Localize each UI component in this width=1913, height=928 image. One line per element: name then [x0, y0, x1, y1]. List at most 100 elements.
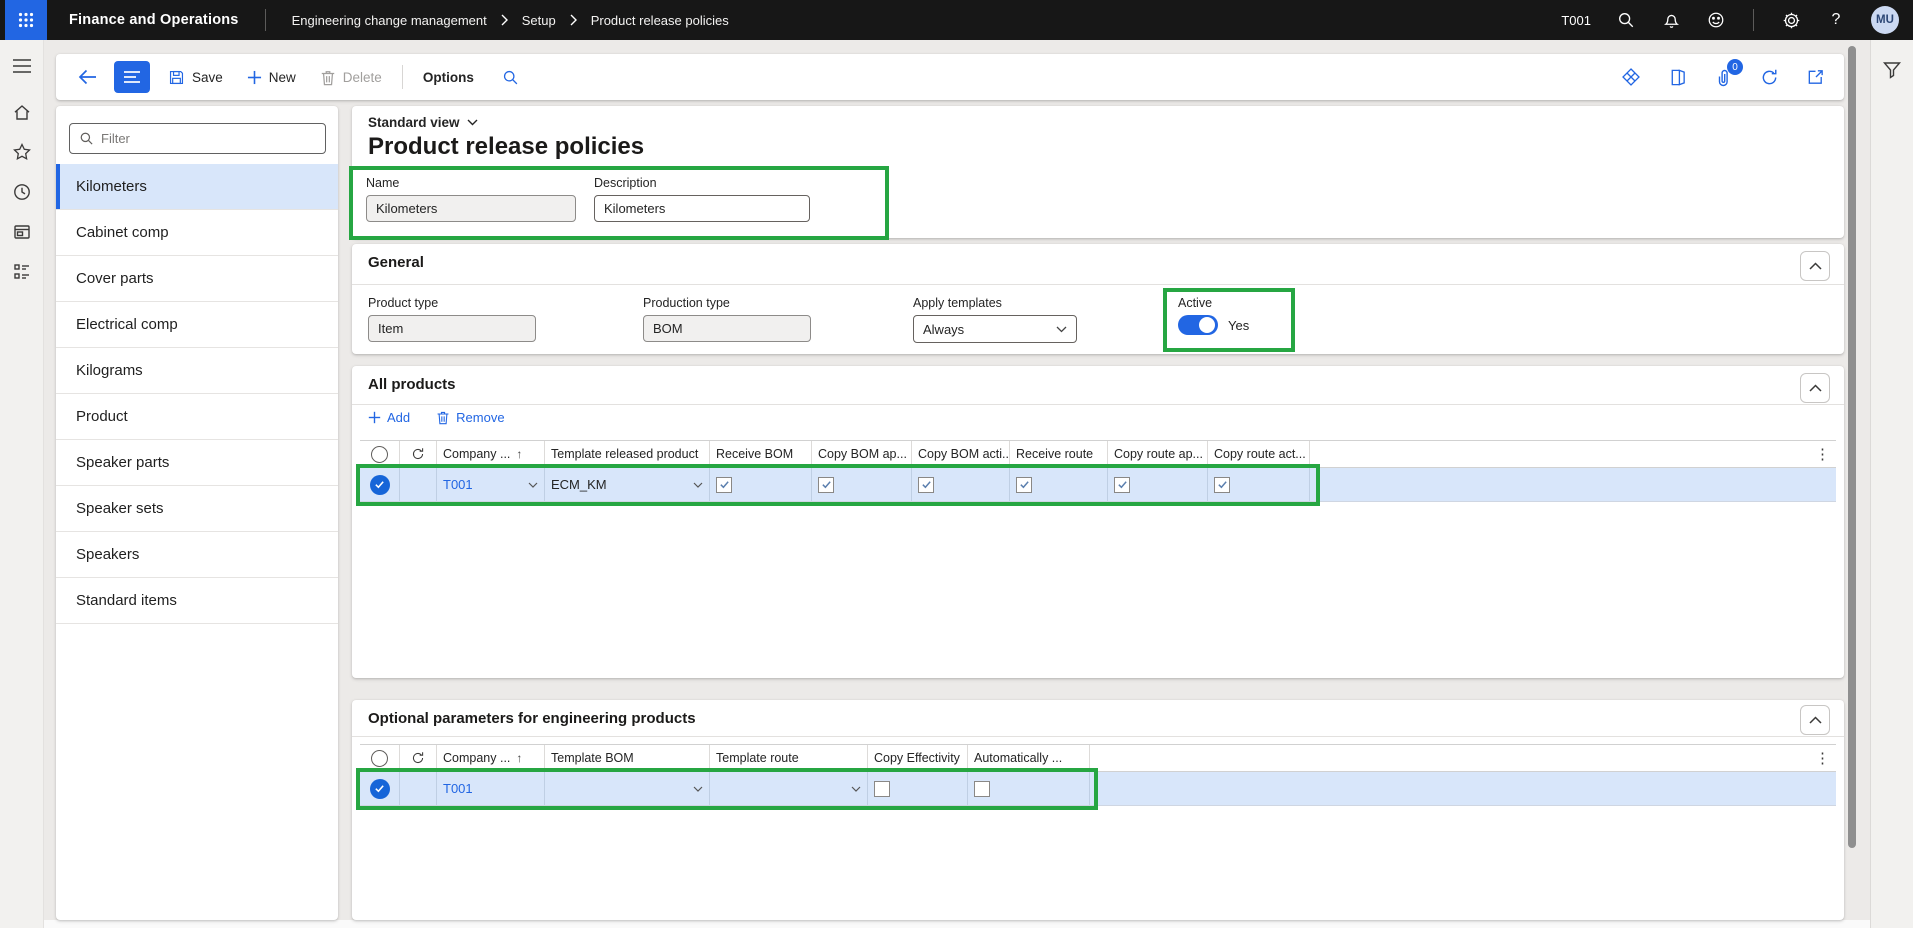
name-field[interactable]: Kilometers — [366, 195, 576, 222]
list-item[interactable]: Standard items — [56, 578, 338, 624]
list-item[interactable]: Speaker sets — [56, 486, 338, 532]
column-header-template-route[interactable]: Template route — [710, 745, 868, 771]
remove-button[interactable]: Remove — [436, 410, 504, 425]
personalize-icon[interactable] — [1620, 66, 1642, 88]
add-button[interactable]: Add — [368, 410, 410, 425]
vertical-scrollbar[interactable] — [1848, 46, 1856, 914]
receive-bom-cell[interactable] — [710, 468, 812, 501]
description-field[interactable]: Kilometers — [594, 195, 810, 222]
apply-templates-select[interactable]: Always — [913, 315, 1077, 343]
list-item[interactable]: Cover parts — [56, 256, 338, 302]
refresh-icon[interactable] — [1758, 66, 1780, 88]
breadcrumb-module[interactable]: Engineering change management — [292, 13, 487, 28]
collapse-general-button[interactable] — [1800, 251, 1830, 281]
receive-route-cell[interactable] — [1010, 468, 1108, 501]
checkbox[interactable] — [716, 477, 732, 493]
product-type-field[interactable]: Item — [368, 315, 536, 342]
active-toggle[interactable] — [1178, 315, 1218, 335]
column-header-receive-route[interactable]: Receive route — [1010, 441, 1108, 467]
nav-favorites-button[interactable] — [0, 132, 44, 172]
company-cell[interactable]: T001 — [437, 772, 545, 805]
user-avatar[interactable]: MU — [1871, 6, 1899, 34]
show-list-button[interactable] — [114, 61, 150, 93]
refresh-column[interactable] — [400, 745, 437, 771]
checkbox[interactable] — [1214, 477, 1230, 493]
refresh-icon[interactable] — [411, 447, 425, 461]
column-header-automatically[interactable]: Automatically ... — [968, 745, 1090, 771]
column-header-copy-bom-acti[interactable]: Copy BOM acti... — [912, 441, 1010, 467]
column-header-copy-route-ap[interactable]: Copy route ap... — [1108, 441, 1208, 467]
company-cell[interactable]: T001 — [437, 468, 545, 501]
copy-route-act-cell[interactable] — [1208, 468, 1310, 501]
column-header-copy-route-act[interactable]: Copy route act... — [1208, 441, 1310, 467]
grid-more-options-icon[interactable]: ⋮ — [1815, 749, 1830, 767]
row-select-circle[interactable] — [360, 772, 400, 805]
filter-funnel-icon[interactable] — [1880, 58, 1904, 82]
settings-gear-icon[interactable] — [1781, 10, 1801, 30]
save-button[interactable]: Save — [168, 69, 223, 86]
column-header-copy-effectivity[interactable]: Copy Effectivity — [868, 745, 968, 771]
feedback-smiley-icon[interactable] — [1706, 10, 1726, 30]
list-item[interactable]: Kilometers — [56, 164, 338, 210]
grid-more-options-icon[interactable]: ⋮ — [1815, 445, 1830, 463]
delete-button[interactable]: Delete — [320, 69, 382, 86]
column-header-company[interactable]: Company ...↑ — [437, 441, 545, 467]
table-row[interactable]: T001 — [360, 772, 1836, 806]
new-button[interactable]: New — [247, 70, 296, 85]
automatically-cell[interactable] — [968, 772, 1090, 805]
company-picker[interactable]: T001 — [1561, 13, 1591, 28]
select-all-circle[interactable] — [360, 441, 400, 467]
copy-bom-acti-cell[interactable] — [912, 468, 1010, 501]
checkbox[interactable] — [1114, 477, 1130, 493]
scrollbar-thumb[interactable] — [1848, 46, 1856, 848]
view-selector[interactable]: Standard view — [368, 115, 478, 130]
attachments-icon[interactable]: 0 — [1712, 66, 1734, 88]
column-header-company[interactable]: Company ...↑ — [437, 745, 545, 771]
command-search-icon[interactable] — [502, 69, 519, 86]
list-item[interactable]: Electrical comp — [56, 302, 338, 348]
nav-home-button[interactable] — [0, 92, 44, 132]
nav-menu-button[interactable] — [0, 46, 44, 86]
production-type-field[interactable]: BOM — [643, 315, 811, 342]
checkbox[interactable] — [818, 477, 834, 493]
back-button[interactable] — [78, 68, 98, 86]
help-icon[interactable]: ? — [1826, 10, 1846, 30]
list-item[interactable]: Kilograms — [56, 348, 338, 394]
template-bom-cell[interactable] — [545, 772, 710, 805]
copy-bom-ap-cell[interactable] — [812, 468, 912, 501]
template-released-product-cell[interactable]: ECM_KM — [545, 468, 710, 501]
list-item[interactable]: Speaker parts — [56, 440, 338, 486]
checkbox[interactable] — [874, 781, 890, 797]
checkbox[interactable] — [974, 781, 990, 797]
open-in-new-window-icon[interactable] — [1804, 66, 1826, 88]
column-header-template-bom[interactable]: Template BOM — [545, 745, 710, 771]
filter-input[interactable]: Filter — [69, 123, 326, 154]
refresh-column[interactable] — [400, 441, 437, 467]
collapse-optional-parameters-button[interactable] — [1800, 705, 1830, 735]
copy-route-ap-cell[interactable] — [1108, 468, 1208, 501]
template-route-cell[interactable] — [710, 772, 868, 805]
select-all-circle[interactable] — [360, 745, 400, 771]
search-icon[interactable] — [1616, 10, 1636, 30]
list-item[interactable]: Product — [56, 394, 338, 440]
nav-workspaces-button[interactable] — [0, 212, 44, 252]
list-item[interactable]: Speakers — [56, 532, 338, 578]
row-select-circle[interactable] — [360, 468, 400, 501]
checkbox[interactable] — [918, 477, 934, 493]
breadcrumb-area[interactable]: Setup — [522, 13, 556, 28]
options-menu[interactable]: Options — [423, 70, 474, 85]
collapse-all-products-button[interactable] — [1800, 373, 1830, 403]
app-launcher-waffle-icon[interactable] — [5, 0, 47, 40]
checkbox[interactable] — [1016, 477, 1032, 493]
column-header-receive-bom[interactable]: Receive BOM — [710, 441, 812, 467]
copy-effectivity-cell[interactable] — [868, 772, 968, 805]
breadcrumb-page[interactable]: Product release policies — [591, 13, 729, 28]
refresh-icon[interactable] — [411, 751, 425, 765]
column-header-template-released-product[interactable]: Template released product — [545, 441, 710, 467]
list-item[interactable]: Cabinet comp — [56, 210, 338, 256]
nav-recent-button[interactable] — [0, 172, 44, 212]
nav-modules-button[interactable] — [0, 252, 44, 292]
app-title[interactable]: Finance and Operations — [69, 12, 239, 28]
notifications-bell-icon[interactable] — [1661, 10, 1681, 30]
open-in-office-icon[interactable] — [1666, 66, 1688, 88]
